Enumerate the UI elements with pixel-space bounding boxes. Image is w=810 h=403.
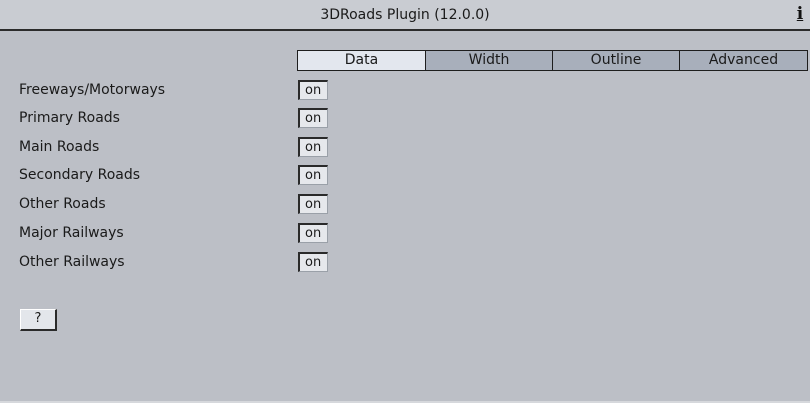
- row-label-other-roads: Other Roads: [19, 196, 106, 212]
- tab-advanced[interactable]: Advanced: [680, 50, 808, 71]
- row-label-secondary-roads: Secondary Roads: [19, 167, 141, 183]
- title-bar: 3DRoads Plugin (12.0.0) i: [0, 0, 810, 31]
- other-roads-toggle[interactable]: on: [298, 194, 328, 214]
- window-title: 3DRoads Plugin (12.0.0): [320, 7, 490, 23]
- tab-outline[interactable]: Outline: [553, 50, 680, 71]
- row-label-major-railways: Major Railways: [19, 225, 124, 241]
- row-label-primary-roads: Primary Roads: [19, 110, 120, 126]
- main-roads-toggle[interactable]: on: [298, 137, 328, 157]
- primary-roads-toggle[interactable]: on: [298, 108, 328, 128]
- row-label-main-roads: Main Roads: [19, 139, 100, 155]
- major-railways-toggle[interactable]: on: [298, 223, 328, 243]
- tab-data[interactable]: Data: [297, 50, 426, 71]
- freeways-toggle[interactable]: on: [298, 80, 328, 100]
- tab-width[interactable]: Width: [426, 50, 553, 71]
- row-label-freeways: Freeways/Motorways: [19, 82, 166, 98]
- info-icon[interactable]: i: [790, 2, 810, 28]
- other-railways-toggle[interactable]: on: [298, 252, 328, 272]
- help-button[interactable]: ?: [20, 309, 57, 331]
- tab-bar: Data Width Outline Advanced: [297, 50, 808, 71]
- row-label-other-railways: Other Railways: [19, 254, 125, 270]
- secondary-roads-toggle[interactable]: on: [298, 165, 328, 185]
